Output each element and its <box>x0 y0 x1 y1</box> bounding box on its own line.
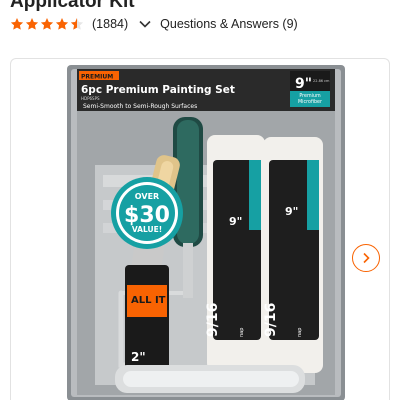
roller-right-nap-unit: nap <box>297 328 303 337</box>
questions-answers-link[interactable]: Questions & Answers (9) <box>160 17 298 31</box>
gallery-next-button[interactable] <box>352 244 380 272</box>
brush-label: ALL IT <box>131 295 166 306</box>
star-rating[interactable] <box>10 17 84 31</box>
roller-width: 9" <box>295 76 312 92</box>
roller-right-size: 9" <box>285 205 298 218</box>
brush-size: 2" <box>131 350 146 364</box>
review-count-link[interactable]: (1884) <box>92 17 128 31</box>
product-image-gallery[interactable]: PREMIUM 6pc Premium Painting Set HDP6SPS… <box>10 58 390 400</box>
roller-width-metric: 22.86 cm <box>313 79 330 83</box>
star-icon <box>10 18 24 30</box>
chevron-down-icon[interactable] <box>138 17 152 31</box>
roller-right-nap: 9/16 <box>263 303 279 337</box>
brand-tag: PREMIUM <box>81 74 113 81</box>
star-icon <box>25 18 39 30</box>
rating-row: (1884) Questions & Answers (9) <box>10 14 298 34</box>
roller-left-nap-unit: nap <box>239 328 245 337</box>
star-icon <box>40 18 54 30</box>
product-image[interactable]: PREMIUM 6pc Premium Painting Set HDP6SPS… <box>67 65 345 400</box>
kit-model: HDP6SPS <box>81 96 100 101</box>
kit-name: 6pc Premium Painting Set <box>81 84 235 96</box>
roller-left-nap: 9/16 <box>205 303 221 337</box>
value-badge-bottom: VALUE! <box>132 225 162 234</box>
roller-left-size: 9" <box>229 215 242 228</box>
star-icon <box>55 18 69 30</box>
half-star-icon <box>70 18 84 30</box>
kit-subtitle: Semi-Smooth to Semi-Rough Surfaces <box>83 103 197 110</box>
value-badge-over: OVER <box>135 192 159 201</box>
chevron-right-icon <box>363 252 370 264</box>
product-title: Applicator Kit <box>10 0 135 12</box>
